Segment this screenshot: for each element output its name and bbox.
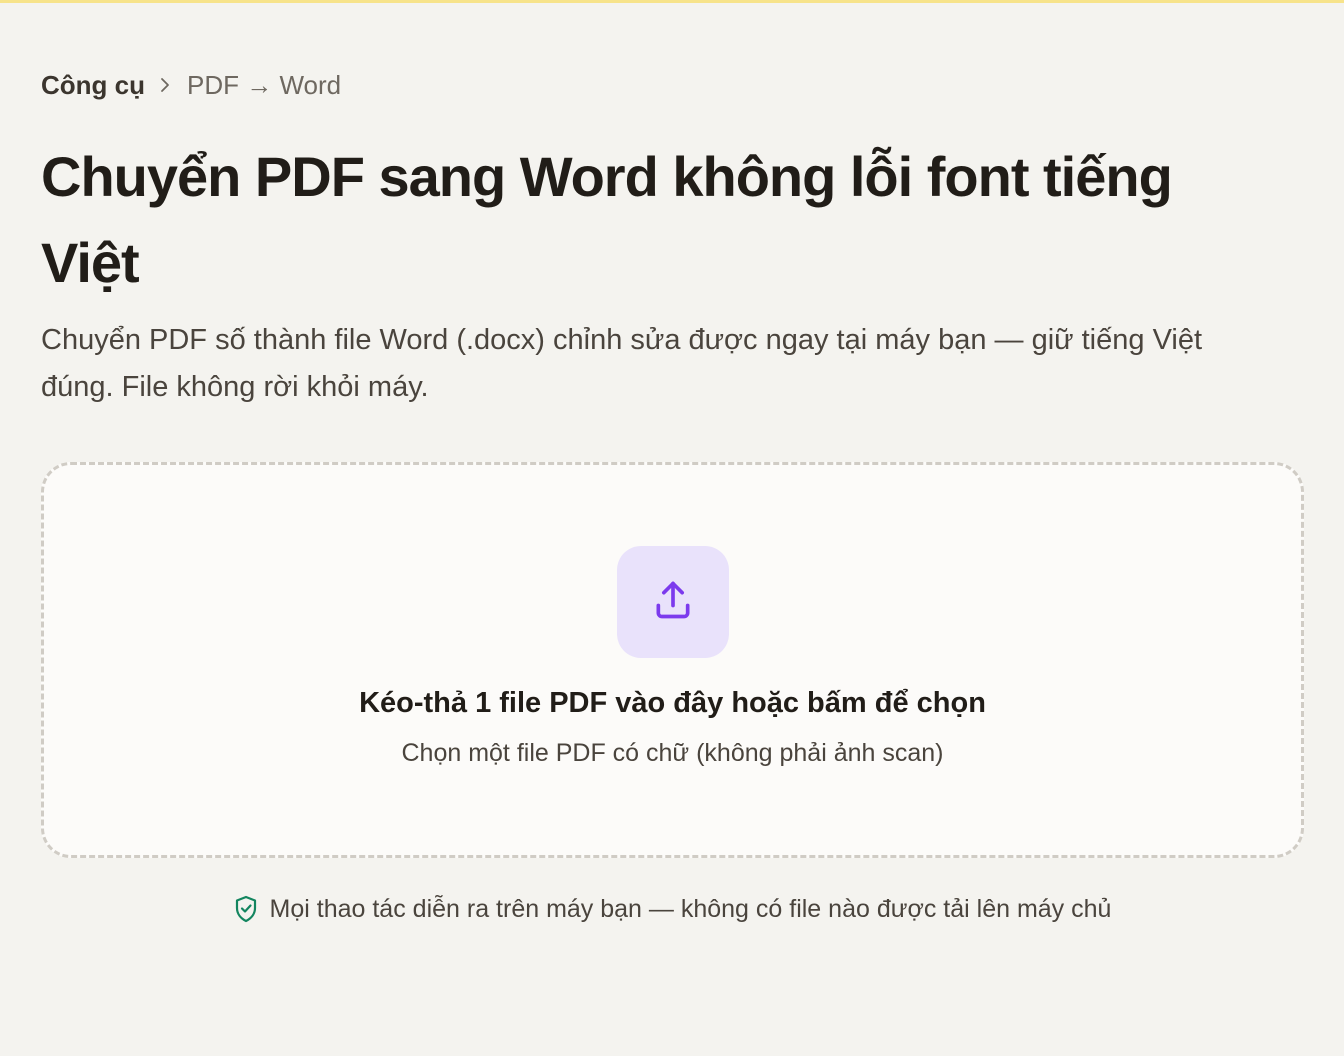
chevron-right-icon (159, 77, 171, 93)
file-dropzone[interactable]: Kéo-thả 1 file PDF vào đây hoặc bấm để c… (41, 462, 1304, 858)
upload-tile (617, 546, 729, 658)
page-title: Chuyển PDF sang Word không lỗi font tiến… (41, 145, 1173, 294)
dropzone-title: Kéo-thả 1 file PDF vào đây hoặc bấm để c… (359, 687, 986, 719)
breadcrumb-tools-link[interactable]: Công cụ (41, 68, 145, 102)
top-accent-bar (0, 0, 1344, 3)
page-description: Chuyển PDF số thành file Word (.docx) ch… (41, 324, 1203, 403)
breadcrumb: Công cụ PDF → Word (41, 68, 341, 102)
dropzone-hint: Chọn một file PDF có chữ (không phải ảnh… (401, 739, 944, 767)
upload-icon (651, 578, 695, 627)
breadcrumb-current: PDF → Word (187, 70, 342, 100)
privacy-note: Mọi thao tác diễn ra trên máy bạn — khôn… (41, 889, 1304, 929)
shield-check-icon (234, 895, 258, 923)
privacy-text: Mọi thao tác diễn ra trên máy bạn — khôn… (269, 895, 1112, 923)
